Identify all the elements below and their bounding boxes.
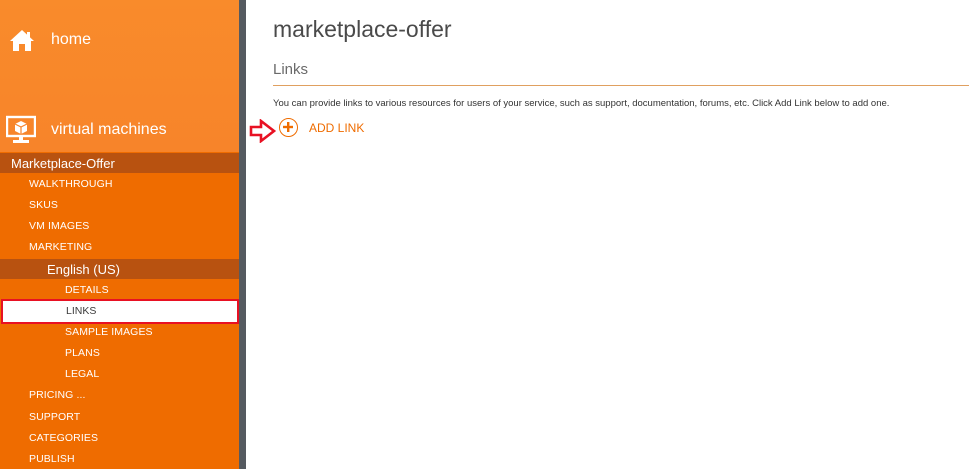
sidebar-item-links-label: LINKS: [66, 305, 97, 317]
sidebar-item-support[interactable]: SUPPORT: [29, 411, 80, 430]
sidebar-item-pricing[interactable]: PRICING ...: [29, 389, 86, 408]
home-icon: [10, 30, 34, 51]
virtual-machine-icon: [6, 115, 36, 143]
arrow-right-icon: [249, 119, 277, 143]
nav-home[interactable]: home: [0, 20, 239, 60]
sidebar-item-plans[interactable]: PLANS: [65, 347, 100, 366]
sidebar-item-skus[interactable]: SKUS: [29, 199, 58, 218]
nav-virtual-machines[interactable]: virtual machines: [0, 110, 239, 150]
offer-section-label: Marketplace-Offer: [11, 156, 115, 171]
add-link-label: ADD LINK: [309, 121, 365, 135]
sidebar-item-links[interactable]: LINKS: [1, 299, 239, 324]
links-description: You can provide links to various resourc…: [273, 98, 890, 109]
sidebar-divider: [239, 0, 246, 469]
nav-virtual-machines-label: virtual machines: [51, 121, 167, 138]
sidebar-item-publish[interactable]: PUBLISH: [29, 453, 75, 472]
sidebar-item-categories[interactable]: CATEGORIES: [29, 432, 98, 451]
section-divider: [273, 85, 969, 86]
section-title: Links: [273, 61, 309, 78]
add-circle-icon: [279, 118, 298, 137]
sidebar-item-legal[interactable]: LEGAL: [65, 368, 99, 387]
sidebar-item-sample-images[interactable]: SAMPLE IMAGES: [65, 326, 153, 345]
offer-section-header[interactable]: Marketplace-Offer: [0, 153, 239, 173]
nav-home-label: home: [51, 31, 92, 48]
sidebar-item-marketing[interactable]: MARKETING: [29, 241, 92, 260]
page-title: marketplace-offer: [273, 16, 452, 42]
sidebar-item-vm-images[interactable]: VM IMAGES: [29, 220, 89, 239]
language-section-label: English (US): [47, 262, 120, 277]
sidebar: home virtual machines Marketplace-Offer …: [0, 0, 239, 469]
sidebar-item-walkthrough[interactable]: WALKTHROUGH: [29, 178, 113, 197]
language-section-header[interactable]: English (US): [0, 259, 239, 279]
